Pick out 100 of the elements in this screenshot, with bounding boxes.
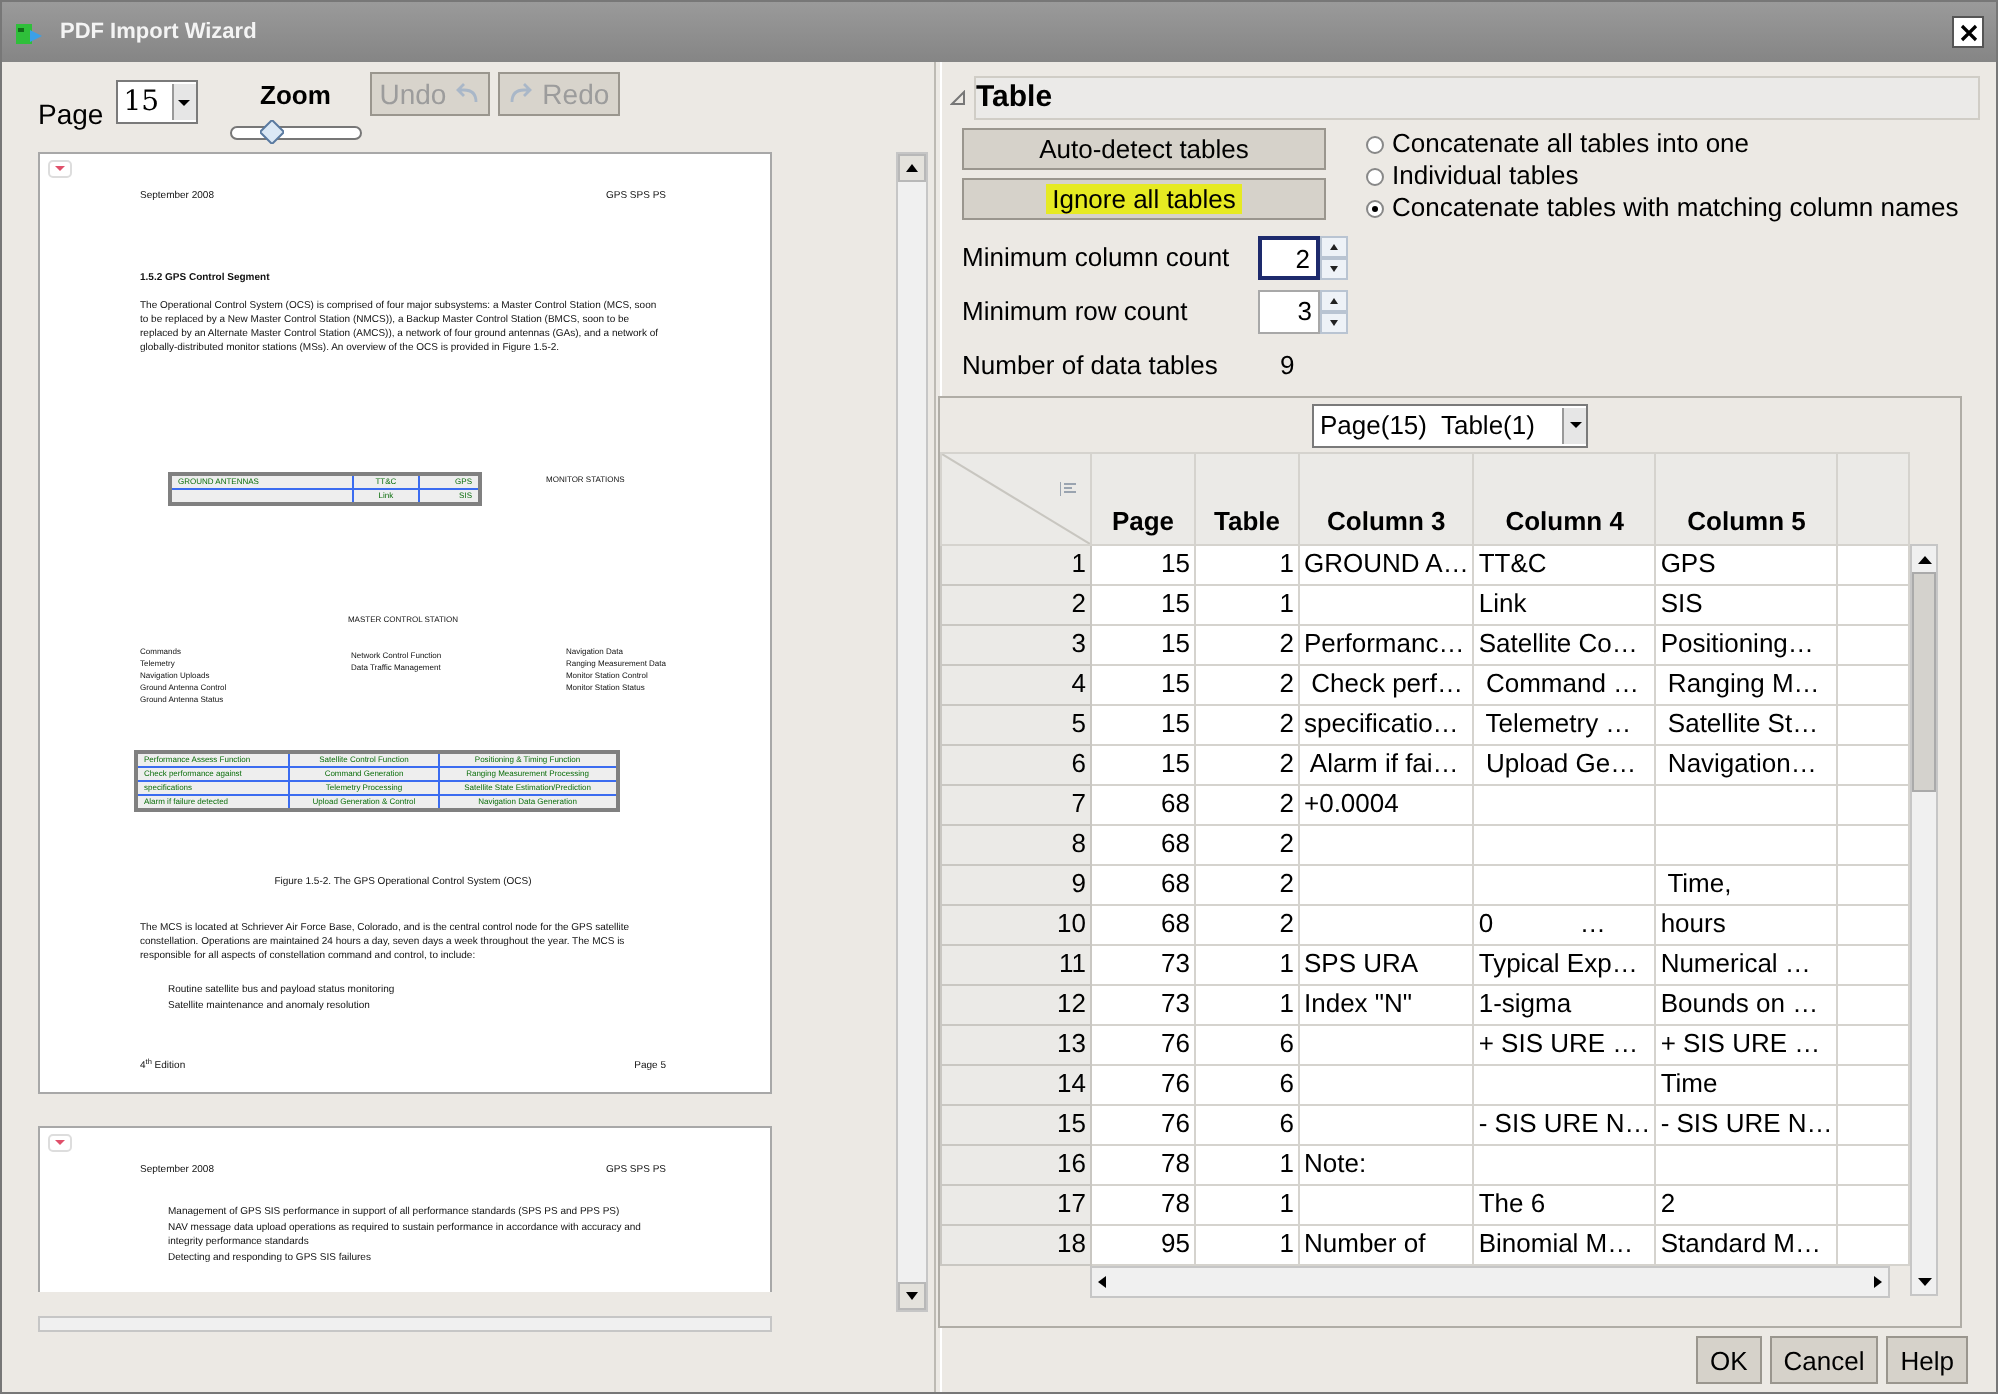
table-cell: Ranging M… bbox=[1655, 664, 1838, 704]
table-cell: 15 bbox=[1091, 624, 1195, 664]
number-field[interactable]: 2 bbox=[1258, 236, 1320, 280]
table-cell: 2 bbox=[1655, 1184, 1838, 1224]
slider-thumb[interactable] bbox=[259, 119, 283, 143]
dropdown-icon bbox=[1569, 422, 1581, 428]
radio-option[interactable]: Individual tables bbox=[1366, 160, 1959, 192]
table-cell: Positioning… bbox=[1655, 624, 1838, 664]
close-button[interactable] bbox=[1952, 16, 1984, 48]
undo-icon bbox=[454, 82, 481, 106]
table-cell: TT&C bbox=[1473, 544, 1656, 584]
row-number: 4 bbox=[941, 664, 1091, 704]
table-cell: Upload Ge… bbox=[1473, 744, 1656, 784]
close-icon bbox=[1959, 23, 1977, 41]
column-header[interactable]: Column 5 bbox=[1655, 452, 1838, 544]
horizontal-scrollbar[interactable] bbox=[38, 1316, 772, 1332]
table-cell: 68 bbox=[1091, 824, 1195, 864]
table-cell: specificatio… bbox=[1299, 704, 1474, 744]
window-title: PDF Import Wizard bbox=[60, 17, 259, 48]
table-cell: 68 bbox=[1091, 784, 1195, 824]
table-cell: Time, bbox=[1655, 864, 1838, 904]
page-select[interactable]: 15 bbox=[115, 80, 198, 124]
table-cell: Alarm if fai… bbox=[1299, 744, 1474, 784]
column-header[interactable]: Column 4 bbox=[1473, 452, 1656, 544]
table-cell: 6 bbox=[1195, 1064, 1299, 1104]
column-header[interactable]: Table bbox=[1195, 452, 1299, 544]
table-cell: 1 bbox=[1195, 944, 1299, 984]
table-cell: + SIS URE … bbox=[1473, 1024, 1656, 1064]
radio-option[interactable]: Concatenate all tables into one bbox=[1366, 128, 1959, 160]
table-cell: Navigation… bbox=[1655, 744, 1838, 784]
table-select[interactable]: Page(15) Table(1) bbox=[1312, 403, 1588, 447]
table-cell: Command … bbox=[1473, 664, 1656, 704]
table-cell: 2 bbox=[1195, 864, 1299, 904]
spin-up-icon[interactable] bbox=[1320, 236, 1348, 258]
spin-down-icon[interactable] bbox=[1320, 258, 1348, 280]
table-cell: 15 bbox=[1091, 544, 1195, 584]
table-cell: Satellite Co… bbox=[1473, 624, 1656, 664]
table-cell: 78 bbox=[1091, 1144, 1195, 1184]
radio-option[interactable]: Concatenate tables with matching column names bbox=[1366, 192, 1959, 224]
table-cell: + SIS URE … bbox=[1655, 1024, 1838, 1064]
table-cell: 1 bbox=[1195, 1144, 1299, 1184]
count-label: Number of data tables bbox=[962, 348, 1220, 384]
row-number: 5 bbox=[941, 704, 1091, 744]
field-label: Minimum row count bbox=[962, 294, 1190, 331]
row-number: 15 bbox=[941, 1104, 1091, 1144]
column-header[interactable]: Column 3 bbox=[1299, 452, 1474, 544]
help-button[interactable]: Help bbox=[1886, 1335, 1968, 1383]
table-cell: 2 bbox=[1195, 624, 1299, 664]
row-number: 6 bbox=[941, 744, 1091, 784]
auto-detect-button[interactable]: Auto-detect tables bbox=[962, 128, 1326, 170]
table-cell: Check perf… bbox=[1299, 664, 1474, 704]
vertical-scrollbar[interactable] bbox=[1910, 543, 1939, 1295]
row-number: 3 bbox=[941, 624, 1091, 664]
cancel-button[interactable]: Cancel bbox=[1769, 1335, 1879, 1383]
vertical-scrollbar[interactable] bbox=[896, 152, 928, 1312]
table-cell: 76 bbox=[1091, 1024, 1195, 1064]
zoom-slider[interactable] bbox=[229, 125, 362, 139]
table-cell: 15 bbox=[1091, 704, 1195, 744]
table-cell: 2 bbox=[1195, 664, 1299, 704]
table-cell: 1 bbox=[1195, 1184, 1299, 1224]
table-cell: 76 bbox=[1091, 1064, 1195, 1104]
row-number: 9 bbox=[941, 864, 1091, 904]
spin-up-icon[interactable] bbox=[1320, 290, 1348, 312]
count-value: 9 bbox=[1280, 348, 1295, 384]
row-number: 11 bbox=[941, 944, 1091, 984]
bookmark-icon bbox=[48, 1134, 72, 1152]
scroll-up-icon[interactable] bbox=[898, 154, 926, 182]
field-label: Minimum column count bbox=[962, 240, 1232, 277]
table-cell: 68 bbox=[1091, 904, 1195, 944]
table-cell: 1 bbox=[1195, 544, 1299, 584]
page-label: Page bbox=[38, 96, 104, 134]
scroll-down-icon[interactable] bbox=[898, 1282, 926, 1310]
table-cell: 15 bbox=[1091, 664, 1195, 704]
table-cell: 68 bbox=[1091, 864, 1195, 904]
table-cell: 15 bbox=[1091, 744, 1195, 784]
scroll-thumb[interactable] bbox=[1912, 571, 1937, 791]
table-cell: Bounds on … bbox=[1655, 984, 1838, 1024]
ignore-button[interactable]: Ignore all tables bbox=[962, 178, 1326, 220]
collapse-icon[interactable] bbox=[950, 90, 966, 106]
row-number: 12 bbox=[941, 984, 1091, 1024]
column-header[interactable]: Page bbox=[1091, 452, 1195, 544]
table-cell: Satellite St… bbox=[1655, 704, 1838, 744]
table-cell: 6 bbox=[1195, 1024, 1299, 1064]
table-cell: +0.0004 bbox=[1299, 784, 1474, 824]
table-cell: Performanc… bbox=[1299, 624, 1474, 664]
table-cell: Number of bbox=[1299, 1224, 1474, 1264]
table-cell: Time bbox=[1655, 1064, 1838, 1104]
horizontal-scrollbar[interactable] bbox=[1090, 1265, 1890, 1297]
table-cell: Numerical … bbox=[1655, 944, 1838, 984]
table-cell: 73 bbox=[1091, 944, 1195, 984]
ok-button[interactable]: OK bbox=[1695, 1335, 1762, 1383]
row-number: 13 bbox=[941, 1024, 1091, 1064]
table-cell: 1 bbox=[1195, 984, 1299, 1024]
table-cell: 1-sigma bbox=[1473, 984, 1656, 1024]
bookmark-icon bbox=[48, 160, 72, 178]
table-cell: - SIS URE N… bbox=[1655, 1104, 1838, 1144]
spin-down-icon[interactable] bbox=[1320, 312, 1348, 334]
row-number: 14 bbox=[941, 1064, 1091, 1104]
number-field[interactable]: 3 bbox=[1258, 290, 1320, 334]
table-cell: Standard M… bbox=[1655, 1224, 1838, 1264]
